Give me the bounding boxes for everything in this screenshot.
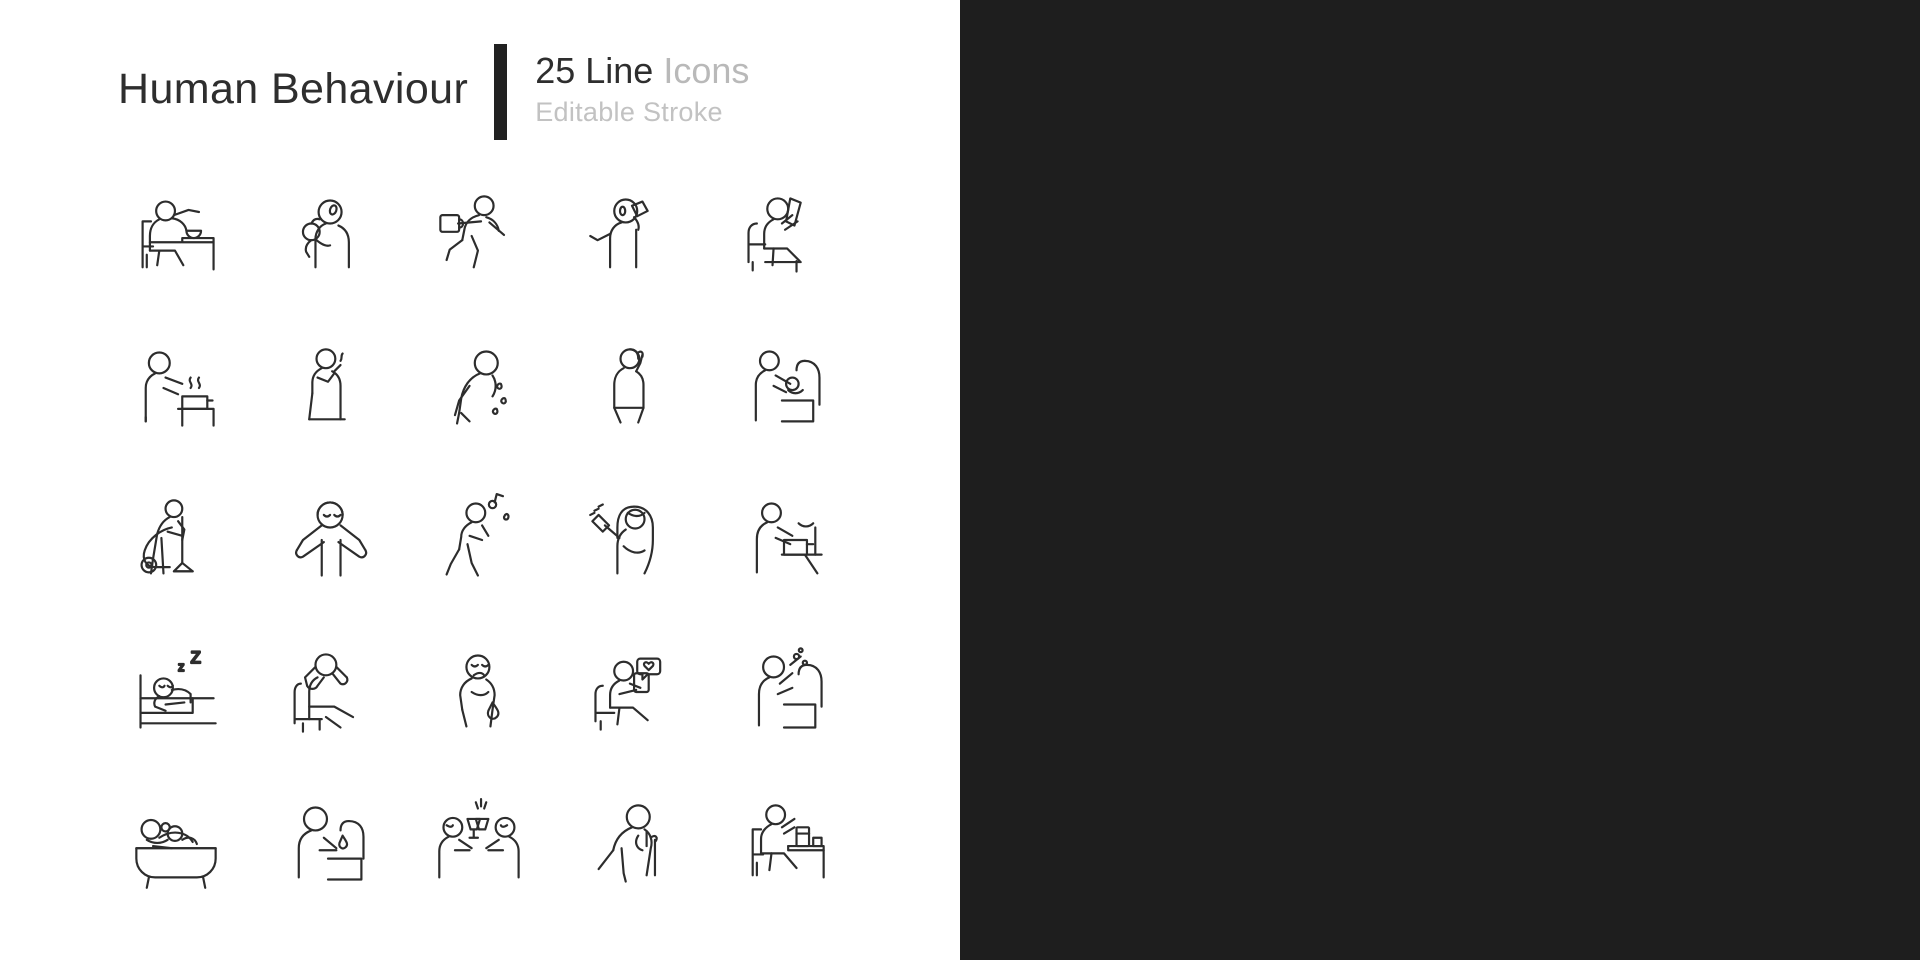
icons-word-label: Icons: [653, 50, 750, 91]
page-title: Human Behaviour: [118, 65, 469, 113]
icon-cell-toasting-drinks-light[interactable]: [404, 768, 556, 920]
crying-sad-icon: [459, 654, 500, 728]
vacuum-cleaning-icon: [140, 499, 194, 575]
relaxing-in-chair-icon: [293, 653, 355, 733]
icon-cell-washing-hands-light[interactable]: [252, 768, 404, 920]
icon-cell-brushing-hair-light[interactable]: [556, 464, 708, 616]
using-phone-social-icon: [594, 657, 662, 731]
icon-cell-elderly-with-cane-light[interactable]: [556, 768, 708, 920]
icon-cell-sleeping-in-bed-light[interactable]: [100, 616, 252, 768]
icon-cell-eating-meal-at-table-light[interactable]: [100, 160, 252, 312]
working-at-desk-icon: [751, 804, 825, 879]
icon-cell-reading-book-in-chair-light[interactable]: [708, 160, 860, 312]
header-subtitle-block: 25 Line Icons Editable Stroke: [535, 44, 749, 133]
brushing-teeth-icon: [757, 647, 823, 729]
icon-cell-listening-headphones-light[interactable]: [252, 464, 404, 616]
listening-headphones-icon: [295, 501, 368, 577]
sweating-exhausted-icon: [453, 350, 507, 425]
icon-cell-cooking-on-stove-light[interactable]: [100, 312, 252, 464]
icon-cell-feeding-baby-light[interactable]: [708, 312, 860, 464]
icon-cell-vacuum-cleaning-light[interactable]: [100, 464, 252, 616]
smoking-cigarette-icon: [308, 348, 346, 421]
icon-cell-brushing-teeth-light[interactable]: [708, 616, 860, 768]
brushing-hair-icon: [589, 503, 654, 575]
icon-cell-smoking-cigarette-light[interactable]: [252, 312, 404, 464]
icon-cell-taking-bath-light[interactable]: [100, 768, 252, 920]
eating-meal-at-table-icon: [141, 200, 215, 271]
drinking-from-bottle-icon: [589, 198, 649, 269]
walking-with-music-icon: [445, 492, 510, 577]
icon-cell-running-with-coffee-light[interactable]: [404, 160, 556, 312]
toasting-drinks-icon: [438, 798, 520, 879]
eating-apple-icon: [301, 199, 350, 269]
header: Human Behaviour 25 Line Icons Editable S…: [118, 44, 749, 140]
reading-book-in-chair-icon: [747, 197, 802, 273]
running-with-coffee-icon: [439, 195, 506, 269]
sleeping-in-bed-icon: [139, 646, 217, 729]
editable-stroke-label: Editable Stroke: [535, 97, 723, 128]
woman-talking-on-phone-icon: [613, 348, 645, 424]
dark-theme-panel: [960, 0, 1920, 960]
icon-cell-drinking-from-bottle-light[interactable]: [556, 160, 708, 312]
icon-count-line: 25 Line Icons: [535, 50, 749, 92]
taking-bath-icon: [135, 818, 217, 889]
divider-bar: [494, 44, 508, 140]
icon-cell-washing-dishes-light[interactable]: [708, 464, 860, 616]
icon-count-label: 25 Line: [535, 50, 654, 91]
icon-sheet: Human Behaviour 25 Line Icons Editable S…: [0, 0, 1920, 960]
icon-cell-working-at-desk-light[interactable]: [708, 768, 860, 920]
washing-hands-icon: [297, 806, 365, 881]
icon-cell-walking-with-music-light[interactable]: [404, 464, 556, 616]
washing-dishes-icon: [755, 502, 823, 575]
icon-cell-woman-talking-on-phone-light[interactable]: [556, 312, 708, 464]
elderly-with-cane-icon: [597, 804, 658, 883]
feeding-baby-icon: [754, 350, 821, 423]
light-theme-panel: Human Behaviour 25 Line Icons Editable S…: [0, 0, 960, 960]
icon-cell-eating-apple-light[interactable]: [252, 160, 404, 312]
icon-cell-using-phone-social-light[interactable]: [556, 616, 708, 768]
icon-cell-sweating-exhausted-light[interactable]: [404, 312, 556, 464]
icon-cell-crying-sad-light[interactable]: [404, 616, 556, 768]
icon-grid-light: [100, 160, 860, 920]
cooking-on-stove-icon: [144, 351, 215, 427]
icon-cell-relaxing-in-chair-light[interactable]: [252, 616, 404, 768]
